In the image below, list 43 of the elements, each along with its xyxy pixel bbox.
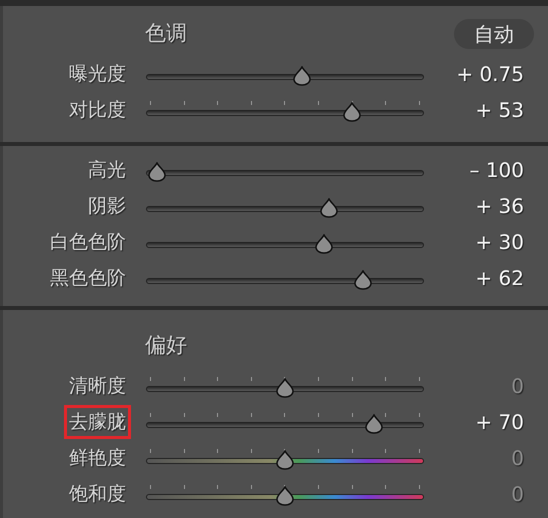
slider-value: – 100 — [469, 157, 525, 184]
slider-thumb[interactable] — [275, 450, 295, 470]
auto-button[interactable]: 自动 — [454, 19, 534, 49]
slider-value: + 70 — [475, 409, 525, 436]
slider-value: 0 — [511, 481, 525, 508]
slider[interactable] — [146, 99, 424, 121]
slider-thumb[interactable] — [314, 234, 334, 254]
slider-thumb[interactable] — [319, 198, 340, 218]
slider[interactable] — [146, 63, 424, 85]
section-title: 色调 — [145, 20, 187, 48]
slider[interactable] — [146, 447, 424, 469]
slider[interactable] — [146, 375, 424, 397]
slider-thumb[interactable] — [364, 414, 384, 434]
slider[interactable] — [146, 483, 424, 505]
slider-value: + 30 — [475, 229, 525, 256]
slider-label: 高光 — [87, 158, 127, 183]
section-title: 偏好 — [145, 332, 187, 360]
slider-label: 阴影 — [87, 194, 127, 219]
slider-label: 清晰度 — [68, 374, 127, 399]
slider-thumb[interactable] — [342, 102, 362, 122]
slider-label: 对比度 — [68, 98, 127, 123]
slider[interactable] — [146, 195, 424, 217]
slider-thumb[interactable] — [352, 270, 373, 290]
slider-thumb[interactable] — [275, 378, 295, 398]
slider[interactable] — [146, 159, 424, 181]
slider-value: 0 — [511, 373, 525, 400]
slider-value: + 0.75 — [456, 61, 525, 88]
slider-thumb[interactable] — [275, 486, 295, 506]
slider-label: 白色色阶 — [49, 230, 127, 255]
slider-value: + 53 — [475, 97, 525, 124]
slider[interactable] — [146, 231, 424, 253]
slider-label: 饱和度 — [68, 482, 127, 507]
slider-value: 0 — [511, 445, 525, 472]
slider-value: + 36 — [475, 193, 525, 220]
slider-label: 鲜艳度 — [68, 446, 127, 471]
slider-thumb[interactable] — [147, 162, 168, 182]
highlighted-label: 去朦胧 — [67, 408, 128, 436]
slider-thumb[interactable] — [292, 66, 312, 86]
slider[interactable] — [146, 411, 424, 433]
slider-label: 曝光度 — [68, 62, 127, 87]
slider-value: + 62 — [475, 265, 525, 292]
slider-label: 黑色色阶 — [49, 266, 127, 291]
slider[interactable] — [146, 267, 424, 289]
